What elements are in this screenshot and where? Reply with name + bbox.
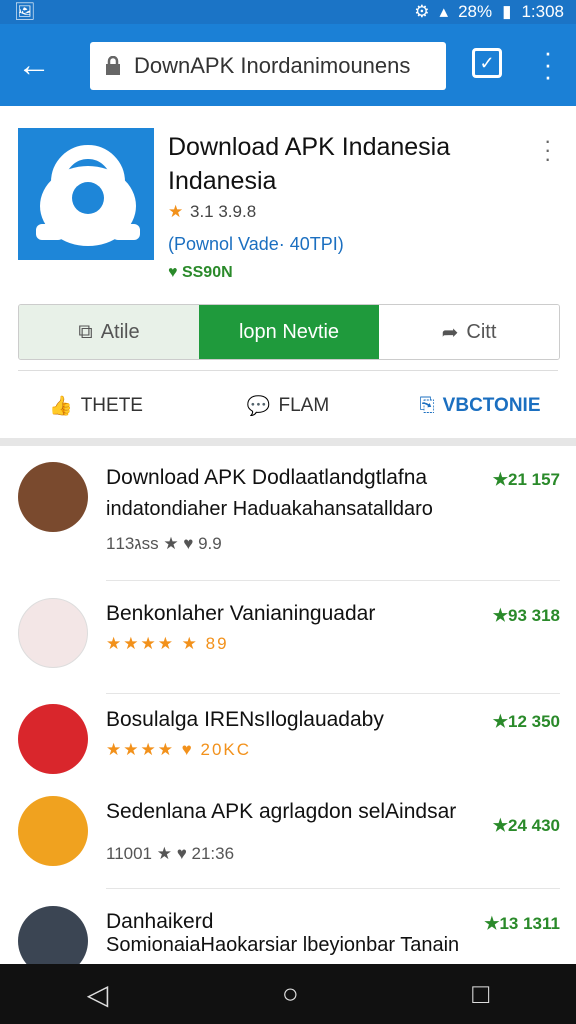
- list-item-title: Benkonlaher Vanianinguadar: [106, 602, 376, 625]
- divider: [18, 370, 558, 371]
- url-bar[interactable]: DownAPK Inordanimounens: [90, 42, 446, 90]
- comment-icon: 💬: [246, 396, 271, 417]
- home-nav-icon[interactable]: ○: [282, 978, 299, 1010]
- share-box-icon: ⎘: [419, 395, 435, 416]
- social-actions: 👍 THETE 💬 FLAM ⎘ VBCTONIE: [0, 384, 576, 428]
- list-item-score: ★21 157: [492, 470, 560, 489]
- share-button[interactable]: ➦ Citt: [379, 305, 559, 359]
- battery-icon: ▮: [502, 2, 512, 21]
- app-header: Download APK Indanesia Indanesia · · · ★ 3…: [0, 106, 576, 442]
- share-icon: ➦: [441, 321, 459, 344]
- section-separator: [0, 438, 576, 446]
- list-item-score: ★93 318: [492, 606, 560, 625]
- avatar: [18, 462, 88, 532]
- list-item[interactable]: Benkonlaher Vanianinguadar ★★★★ ★ 89 ★93…: [0, 582, 576, 694]
- heart-icon: ♥: [168, 264, 178, 281]
- more-options-icon[interactable]: · · ·: [544, 130, 551, 170]
- list-item[interactable]: Sedenlana APK agrlagdon selAindsar 11001…: [0, 780, 576, 892]
- image-icon: 🖼: [14, 2, 36, 21]
- list-item-score: ★12 350: [492, 712, 560, 731]
- signal-icon: ▴: [439, 2, 449, 21]
- list-item-score: ★24 430: [492, 816, 560, 835]
- share-action[interactable]: ⎘ VBCTONIE: [384, 384, 576, 428]
- comment-action[interactable]: 💬 FLAM: [192, 384, 384, 428]
- avatar: [18, 796, 88, 866]
- list-item-subtitle: indatondiaher Haduakahansatalldaro: [106, 498, 433, 520]
- app-size: ♥ SS90N: [168, 264, 233, 281]
- list-item-meta: ★★★★ ★ 89: [106, 634, 229, 653]
- open-button[interactable]: lopn Nevtie: [199, 305, 379, 359]
- wifi-icon: ⚙: [414, 2, 430, 21]
- clock: 1:308: [521, 2, 564, 21]
- avatar: [18, 598, 88, 668]
- list-item[interactable]: Download APK Dodlaatlandgtlafna indatond…: [0, 446, 576, 581]
- back-arrow-icon[interactable]: ←: [14, 46, 54, 86]
- overflow-menu-icon[interactable]: · · ·: [540, 39, 556, 89]
- row-divider: [106, 888, 560, 889]
- thumbs-up-icon: 👍: [49, 396, 73, 417]
- lock-icon: [106, 56, 120, 75]
- battery-text: 28%: [458, 2, 493, 21]
- tab-switcher-icon[interactable]: ✓: [472, 48, 502, 78]
- list-item-meta: 11001 ★ ♥ 21:36: [106, 844, 235, 863]
- list-item-subtitle: SomionaiaHaokarsiar lbeyionbar Tanain: [106, 934, 460, 956]
- list-item-meta: 11ג3ss ★ ♥ 9.9: [106, 534, 222, 553]
- list-item-title: Download APK Dodlaatlandgtlafna: [106, 466, 428, 489]
- list-item-meta: ★★★★ ♥ 20KC: [106, 740, 252, 759]
- action-buttons: ⧉ Atile lopn Nevtie ➦ Citt: [18, 304, 560, 360]
- back-nav-icon[interactable]: ◁: [87, 978, 109, 1011]
- copy-icon: ⧉: [78, 320, 93, 343]
- list-item-score: ★13 1311: [484, 914, 560, 933]
- avatar: [18, 704, 88, 774]
- system-nav-bar: ◁ ○ □: [0, 964, 576, 1024]
- app-developer[interactable]: (Pownol Vade· 40TPI): [168, 234, 344, 255]
- url-text: DownAPK Inordanimounens: [134, 53, 411, 78]
- status-bar: 🖼 ⚙ ▴ 28% ▮ 1:308: [0, 0, 576, 24]
- browser-toolbar: ← DownAPK Inordanimounens ✓ · · ·: [0, 24, 576, 106]
- recents-nav-icon[interactable]: □: [472, 978, 489, 1010]
- status-right: ⚙ ▴ 28% ▮ 1:308: [414, 2, 564, 22]
- app-rating: ★ 3.1 3.9.8: [168, 202, 257, 221]
- list-item-title: Sedenlana APK agrlagdon selAindsar: [106, 800, 457, 823]
- app-icon: [18, 128, 154, 260]
- list-item-title: Danhaikerd: [106, 910, 214, 933]
- like-action[interactable]: 👍 THETE: [0, 384, 192, 428]
- star-icon: ★: [168, 202, 186, 221]
- app-title: Download APK Indanesia Indanesia: [168, 133, 451, 195]
- list-item-title: Bosulalga IRENsIloglauadaby: [106, 708, 384, 731]
- row-divider: [106, 580, 560, 581]
- left-button[interactable]: ⧉ Atile: [19, 305, 199, 359]
